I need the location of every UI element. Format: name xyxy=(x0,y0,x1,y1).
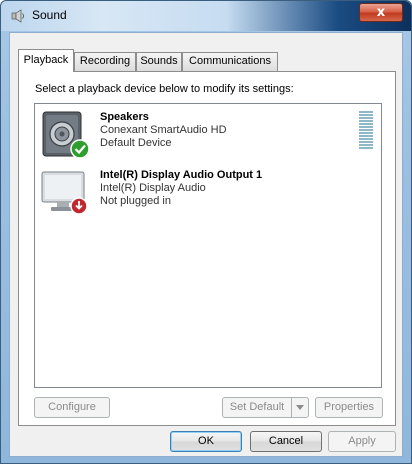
close-icon: x xyxy=(376,5,386,20)
device-intel-display-audio[interactable]: Intel(R) Display Audio Output 1 Intel(R)… xyxy=(39,166,377,224)
monitor-icon xyxy=(41,171,88,215)
volume-level-meter xyxy=(359,111,373,150)
device-speakers[interactable]: Speakers Conexant SmartAudio HD Default … xyxy=(39,108,377,166)
tab-communications[interactable]: Communications xyxy=(182,52,278,71)
device-driver: Intel(R) Display Audio xyxy=(100,182,206,194)
dialog-body: Playback Recording Sounds Communications… xyxy=(9,32,403,457)
tab-recording[interactable]: Recording xyxy=(74,52,136,71)
speakers-icon xyxy=(42,111,90,159)
device-status: Not plugged in xyxy=(100,195,171,207)
title-bar[interactable]: Sound x xyxy=(1,1,411,31)
tab-sounds[interactable]: Sounds xyxy=(136,52,182,71)
set-default-button[interactable]: Set Default xyxy=(222,397,309,418)
set-default-label: Set Default xyxy=(229,401,285,413)
playback-panel: Select a playback device below to modify… xyxy=(18,71,396,426)
ok-button[interactable]: OK xyxy=(170,431,242,452)
device-list[interactable]: Speakers Conexant SmartAudio HD Default … xyxy=(34,103,382,388)
tab-playback[interactable]: Playback xyxy=(18,49,74,72)
sound-dialog: Sound x Playback Recording Sounds Commun… xyxy=(0,0,412,464)
cancel-button[interactable]: Cancel xyxy=(250,431,322,452)
chevron-down-icon[interactable] xyxy=(291,398,308,417)
device-status: Default Device xyxy=(100,137,172,149)
device-name: Speakers xyxy=(100,111,149,123)
device-driver: Conexant SmartAudio HD xyxy=(100,124,227,136)
configure-button[interactable]: Configure xyxy=(34,397,110,418)
close-button[interactable]: x xyxy=(359,3,403,22)
properties-button[interactable]: Properties xyxy=(315,397,383,418)
speaker-icon xyxy=(11,9,24,23)
default-check-icon xyxy=(70,139,90,159)
window-title: Sound xyxy=(32,8,67,22)
device-name: Intel(R) Display Audio Output 1 xyxy=(100,169,263,181)
instruction-text: Select a playback device below to modify… xyxy=(35,83,294,95)
unplugged-icon xyxy=(70,197,88,215)
apply-button[interactable]: Apply xyxy=(328,431,396,452)
